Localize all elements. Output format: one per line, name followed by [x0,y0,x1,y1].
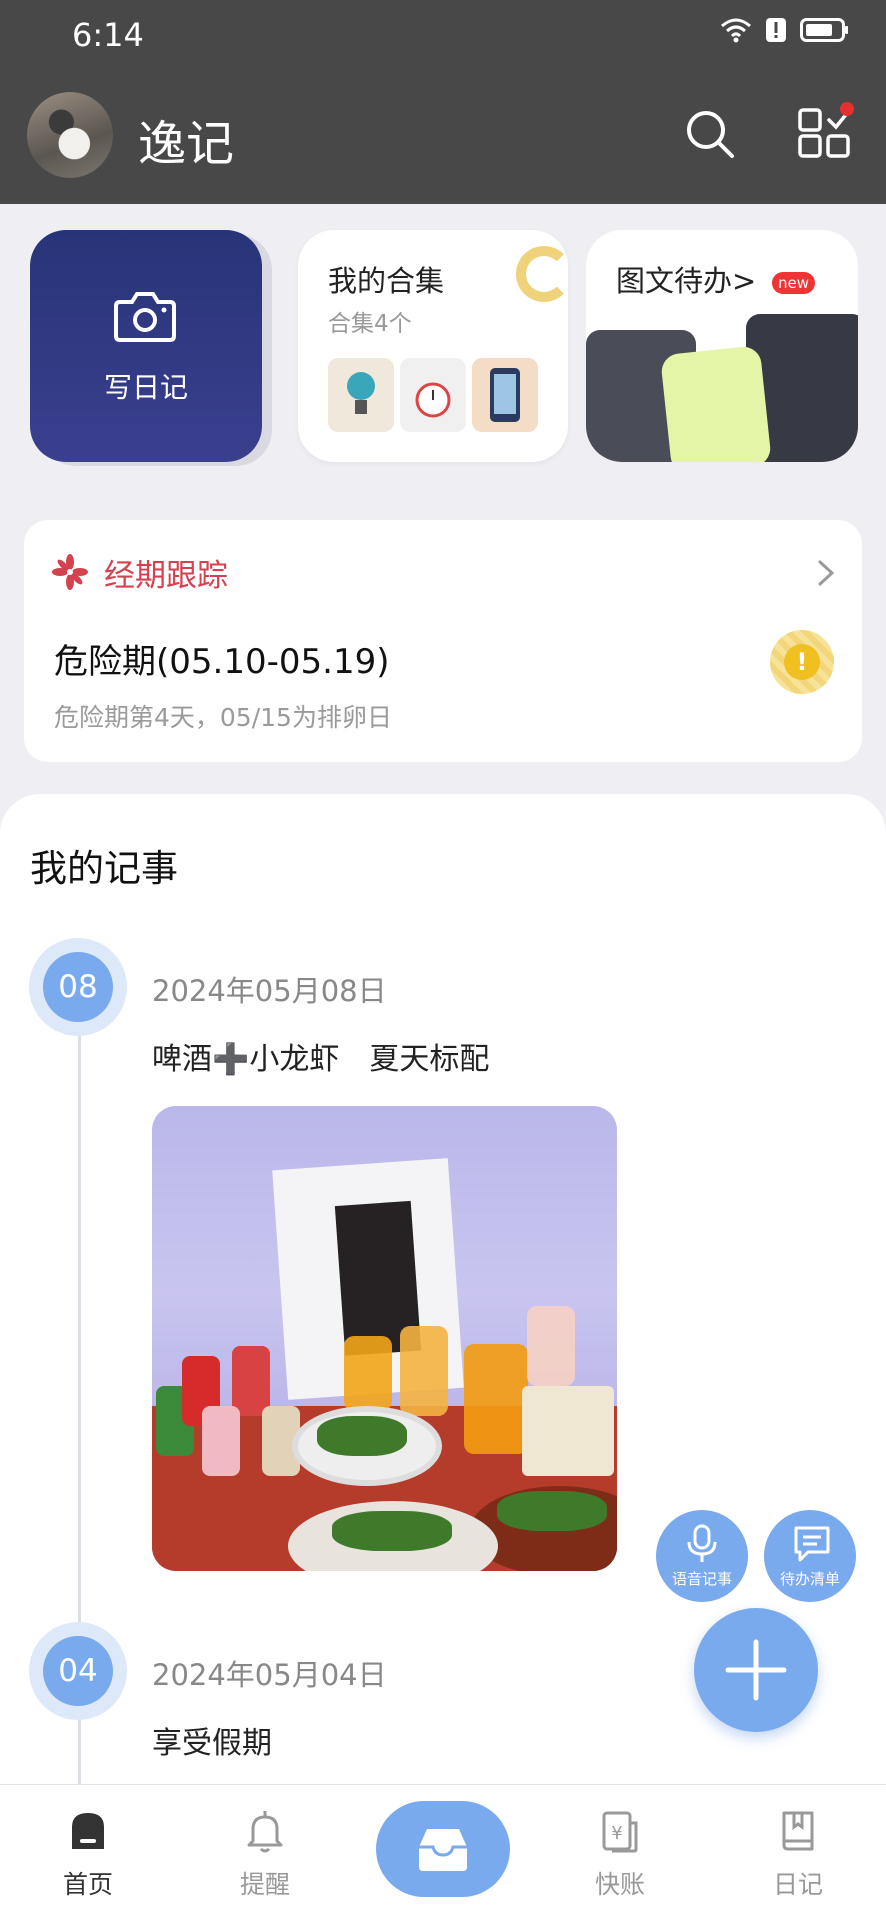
apps-button[interactable] [796,102,856,164]
search-icon [687,111,734,158]
entry-date: 2024年05月08日 [152,974,387,1008]
entry-text[interactable]: 享受假期 [152,1718,272,1762]
voice-note-label: 语音记事 [671,1570,732,1588]
shortcut-cards: 写日记 我的合集 合集4个 图文待办> new [0,204,886,484]
nav-remind-label: 提醒 [239,1870,290,1899]
flower-icon [52,554,88,590]
period-tracking-card[interactable]: 经期跟踪 危险期(05.10-05.19) 危险期第4天，05/15为排卵日 ! [24,520,862,762]
period-detail: 危险期第4天，05/15为排卵日 [54,703,392,732]
plus-icon [725,1639,787,1701]
wifi-icon [721,18,751,43]
entry-date: 2024年05月04日 [152,1658,387,1692]
alert-icon [766,18,786,42]
inbox-tray-icon [419,1829,467,1871]
nav-inbox-button[interactable] [376,1801,510,1897]
status-bar: 6:14 [0,0,886,70]
camera-icon [114,292,176,342]
chat-list-icon [794,1526,830,1562]
entry-day-badge: 04 [29,1622,127,1720]
app-header: 逸记 [0,86,886,196]
my-collection-card[interactable]: 我的合集 合集4个 [298,230,572,462]
avatar[interactable] [27,92,113,178]
status-icons [720,16,850,44]
todo-list-button[interactable]: 待办清单 [764,1510,856,1602]
collection-thumb-lightbulb [328,358,394,432]
entry-day: 04 [43,1636,113,1706]
collection-count: 合集4个 [328,311,412,337]
todo-list-label: 待办清单 [779,1570,840,1588]
notification-dot [840,102,854,116]
period-section: 经期跟踪 危险期(05.10-05.19) 危险期第4天，05/15为排卵日 ! [0,494,886,794]
nav-home-label: 首页 [62,1870,113,1899]
svg-text:¥: ¥ [611,1823,622,1844]
write-diary-card[interactable]: 写日记 [30,230,262,462]
nav-ledger-label: 快账 [594,1870,645,1899]
nav-remind[interactable]: 提醒 [205,1785,325,1920]
entry-text[interactable]: 啤酒➕小龙虾 夏天标配 [152,1034,489,1078]
warning-icon: ! [784,644,820,680]
entry-day-badge: 08 [29,938,127,1036]
warning-badge: ! [770,630,834,694]
top-bar: 6:14 逸记 [0,0,886,204]
book-icon [782,1811,814,1851]
collection-thumb-phone [472,358,538,432]
nav-diary[interactable]: 日记 [738,1785,858,1920]
collection-title: 我的合集 [328,264,445,298]
chevron-right-icon[interactable] [810,558,840,588]
home-icon [72,1813,104,1849]
ledger-icon: ¥ [602,1811,638,1853]
notes-title: 我的记事 [30,847,178,890]
new-badge: new [772,272,816,294]
entry-photo[interactable] [152,1106,617,1571]
nav-diary-label: 日记 [772,1870,823,1899]
battery-icon [800,18,848,42]
decorative-ring [516,246,572,302]
period-status: 危险期(05.10-05.19) [54,642,390,682]
image-todo-card[interactable]: 图文待办> new [586,230,858,462]
app-title: 逸记 [138,116,235,172]
voice-note-button[interactable]: 语音记事 [656,1510,748,1602]
todo-title: 图文待办> [616,264,757,298]
nav-home[interactable]: 首页 [28,1785,148,1920]
collection-thumb-clock [400,358,466,432]
period-title: 经期跟踪 [104,558,228,594]
bell-icon [247,1811,283,1853]
entry-day: 08 [43,952,113,1022]
add-button[interactable] [694,1608,818,1732]
search-button[interactable] [682,106,738,162]
bottom-nav: 首页 提醒 ¥ 快账 日记 [0,1784,886,1920]
write-diary-label: 写日记 [103,371,188,404]
microphone-icon [687,1524,717,1562]
preview-note-card [660,345,772,462]
status-time: 6:14 [72,16,144,54]
nav-ledger[interactable]: ¥ 快账 [560,1785,680,1920]
